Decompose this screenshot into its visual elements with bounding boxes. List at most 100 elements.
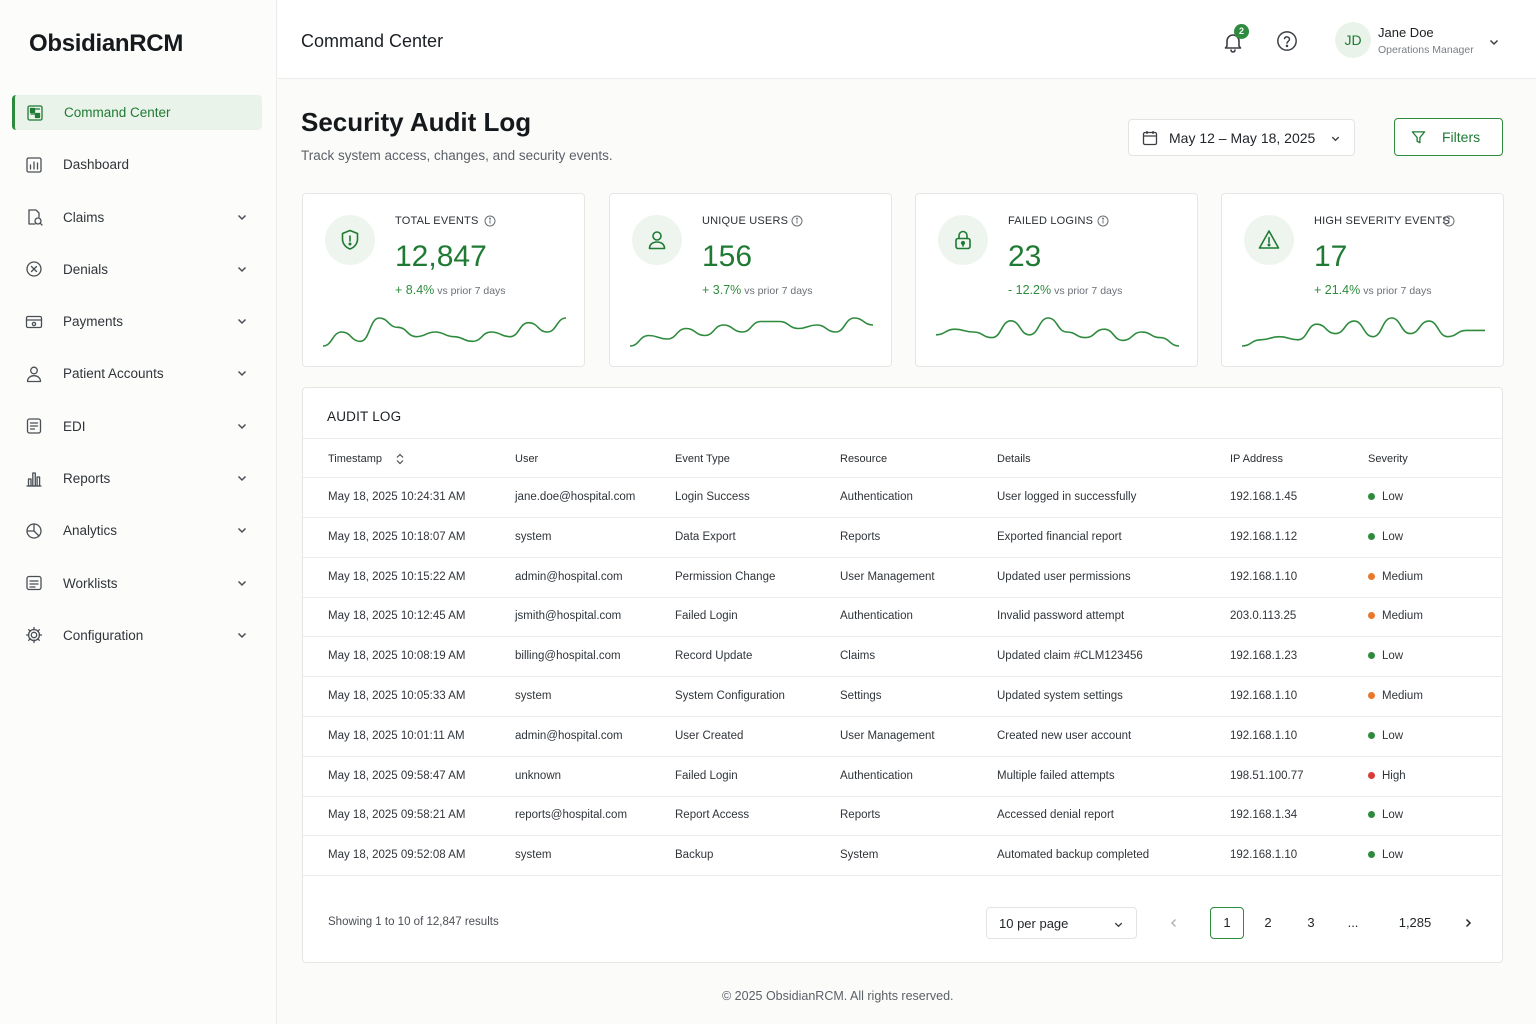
severity-cell: Medium: [1368, 610, 1423, 622]
stat-change-caption: vs prior 7 days: [1054, 285, 1123, 297]
help-icon[interactable]: [1276, 30, 1298, 52]
sidebar-item-label: Claims: [63, 209, 105, 225]
table-row[interactable]: May 18, 2025 10:01:11 AM admin@hospital.c…: [303, 717, 1502, 757]
table-row[interactable]: May 18, 2025 10:15:22 AM admin@hospital.c…: [303, 558, 1502, 598]
stat-change: + 3.7% vs prior 7 days: [702, 283, 813, 297]
page-button[interactable]: 1,285: [1388, 907, 1442, 939]
sidebar-item-reports[interactable]: Reports: [12, 461, 262, 496]
column-header-event-type[interactable]: Event Type: [675, 453, 730, 465]
sparkline-path: [1242, 317, 1485, 347]
cell-event: System Configuration: [675, 690, 785, 702]
date-range-picker[interactable]: May 12 – May 18, 2025: [1128, 119, 1355, 156]
column-header-severity[interactable]: Severity: [1368, 453, 1408, 465]
cell-timestamp: May 18, 2025 09:58:21 AM: [328, 809, 466, 822]
info-icon[interactable]: [1443, 215, 1455, 227]
info-icon[interactable]: [791, 215, 803, 227]
table-row[interactable]: May 18, 2025 10:12:45 AM jsmith@hospital.…: [303, 597, 1502, 638]
column-header-user[interactable]: User: [515, 453, 538, 465]
table-row[interactable]: May 18, 2025 09:58:47 AM unknown Failed Lo…: [303, 757, 1502, 797]
sidebar-item-label: Worklists: [63, 575, 118, 591]
table-row[interactable]: May 18, 2025 10:18:07 AM system Data Expor…: [303, 518, 1502, 558]
cell-resource: Claims: [840, 650, 876, 663]
column-header-timestamp[interactable]: Timestamp: [328, 453, 382, 465]
sidebar-item-payments[interactable]: Payments: [12, 304, 262, 339]
sidebar-item-configuration[interactable]: Configuration: [12, 618, 262, 653]
table-row[interactable]: May 18, 2025 09:52:08 AM system Backup Syst…: [303, 836, 1502, 877]
table-row[interactable]: May 18, 2025 10:05:33 AM system System Con…: [303, 677, 1502, 717]
chevron-down-icon: [237, 266, 247, 272]
severity-cell: Low: [1368, 809, 1403, 821]
page-subtitle: Track system access, changes, and securi…: [301, 148, 613, 163]
stat-change-value: - 12.2%: [1008, 283, 1052, 297]
sidebar-item-dashboard[interactable]: Dashboard: [12, 147, 262, 182]
sidebar-item-command-center[interactable]: Command Center: [12, 95, 262, 130]
cell-resource: User Management: [840, 729, 935, 742]
table-row[interactable]: May 18, 2025 10:08:19 AM billing@hospital…: [303, 637, 1502, 678]
cell-timestamp: May 18, 2025 09:58:47 AM: [328, 769, 466, 782]
cell-details: Automated backup completed: [997, 849, 1150, 862]
denials-icon: [26, 261, 42, 278]
cell-details: User logged in successfully: [997, 491, 1137, 503]
cell-resource: Authentication: [840, 769, 913, 782]
stat-change: - 12.2% vs prior 7 days: [1008, 283, 1122, 297]
cell-resource: Authentication: [840, 610, 913, 623]
page-button[interactable]: 3: [1301, 907, 1321, 939]
cell-event: Record Update: [675, 650, 753, 663]
sparkline: [323, 317, 566, 347]
cell-event: Failed Login: [675, 769, 738, 782]
sort-icon[interactable]: [395, 453, 405, 465]
column-header-ip-address[interactable]: IP Address: [1230, 453, 1283, 465]
severity-cell: Low: [1368, 849, 1403, 861]
stat-card-total-events: TOTAL EVENTS 12,847 + 8.4% vs prior 7 days: [302, 193, 585, 367]
chevron-left-icon[interactable]: [1168, 917, 1180, 929]
cell-user: system: [515, 690, 552, 702]
sidebar-item-denials[interactable]: Denials: [12, 252, 262, 287]
severity-cell: High: [1368, 770, 1406, 782]
sidebar-item-claims[interactable]: Claims: [12, 200, 262, 235]
lock-icon: [955, 230, 971, 250]
cell-user: system: [515, 530, 552, 543]
table-row[interactable]: May 18, 2025 10:24:31 AM jane.doe@hospita…: [303, 478, 1502, 518]
per-page-select[interactable]: 10 per page: [986, 907, 1137, 939]
notification-badge: 2: [1234, 24, 1249, 39]
cell-user: unknown: [515, 769, 562, 782]
topbar: Command Center 2 JD Jane Doe Operations …: [278, 0, 1536, 79]
warning-icon: [1258, 230, 1280, 249]
filters-button[interactable]: Filters: [1394, 118, 1503, 156]
column-header-details[interactable]: Details: [997, 453, 1031, 465]
page-button[interactable]: 2: [1258, 907, 1278, 939]
stat-icon-wrap: [632, 215, 682, 265]
cell-user: admin@hospital.com: [515, 729, 623, 742]
avatar: JD: [1335, 22, 1371, 58]
stat-icon-wrap: [1244, 215, 1294, 265]
stat-value: 12,847: [395, 240, 487, 273]
column-header-resource[interactable]: Resource: [840, 453, 887, 465]
severity-dot-icon: [1368, 771, 1375, 779]
stat-icon-wrap: [325, 215, 375, 265]
sidebar-item-patient-accounts[interactable]: Patient Accounts: [12, 356, 262, 391]
info-icon[interactable]: [1097, 215, 1109, 227]
severity-label: Low: [1382, 809, 1404, 822]
stat-change-value: + 8.4%: [395, 283, 435, 297]
severity-label: Low: [1382, 729, 1404, 742]
cell-timestamp: May 18, 2025 10:15:22 AM: [328, 570, 466, 583]
chevron-down-icon: [237, 476, 247, 482]
sidebar-item-analytics[interactable]: Analytics: [12, 513, 262, 548]
info-icon[interactable]: [484, 215, 496, 227]
severity-cell: Low: [1368, 730, 1403, 742]
page-button[interactable]: 1: [1210, 907, 1244, 939]
brand-logo: ObsidianRCM: [29, 30, 184, 57]
table-row[interactable]: May 18, 2025 09:58:21 AM reports@hospital…: [303, 796, 1502, 837]
user-menu[interactable]: JD Jane Doe Operations Manager: [1335, 22, 1505, 60]
per-page-label: 10 per page: [999, 916, 1069, 931]
sidebar-item-worklists[interactable]: Worklists: [12, 566, 262, 601]
cell-user: system: [515, 849, 552, 862]
date-range-label: May 12 – May 18, 2025: [1169, 130, 1316, 146]
cell-event: Report Access: [675, 809, 750, 822]
stat-card-high-severity-events: HIGH SEVERITY EVENTS 17 + 21.4% vs prior 7 …: [1221, 193, 1504, 367]
severity-label: Medium: [1382, 610, 1423, 623]
sparkline: [630, 317, 873, 347]
chevron-right-icon[interactable]: [1462, 917, 1474, 929]
cell-details: Exported financial report: [997, 530, 1122, 543]
sidebar-item-edi[interactable]: EDI: [12, 409, 262, 444]
